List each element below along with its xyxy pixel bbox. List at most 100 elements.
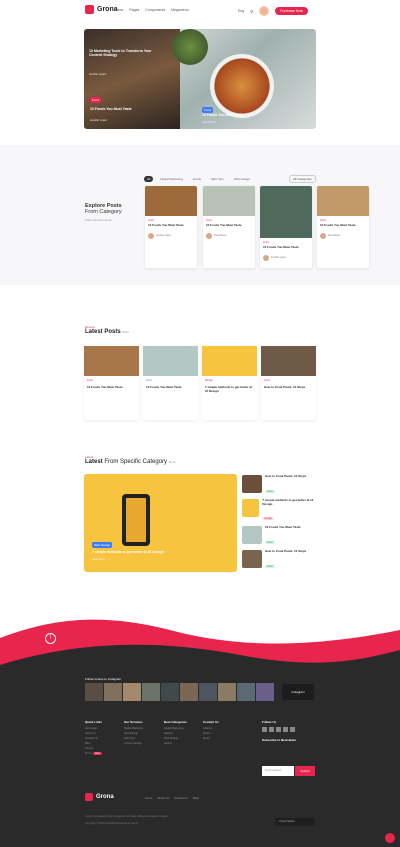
feature-tag[interactable]: Web Design <box>92 542 113 548</box>
explore-card[interactable]: Food 10 Foods You Must Taste Jennifer Lo… <box>145 186 197 268</box>
list-item[interactable]: 7 simple methods to get better at UI Des… <box>242 498 316 524</box>
card-category[interactable]: Food <box>264 379 313 382</box>
insta-thumb[interactable] <box>199 683 217 701</box>
hero-bottom-title[interactable]: 10 Foods You Must Taste <box>90 107 160 111</box>
footer-link[interactable]: Fashion <box>164 732 187 735</box>
post-card[interactable]: Food 10 Foods You Must Taste <box>84 346 139 420</box>
explore-card[interactable]: Food 10 Foods You Must Taste Jennifer Lo… <box>260 186 312 268</box>
all-categories-button[interactable]: All Categories <box>289 175 316 183</box>
instagram-icon[interactable] <box>276 727 281 732</box>
card-title[interactable]: 10 Foods You Must Taste <box>146 385 195 389</box>
nav-components[interactable]: Components <box>145 8 165 12</box>
insta-thumb[interactable] <box>104 683 122 701</box>
card-category[interactable]: Food <box>320 219 366 222</box>
insta-thumb[interactable] <box>142 683 160 701</box>
footer-link[interactable]: Web Design <box>124 732 143 735</box>
footer-link-about[interactable]: About Us <box>157 796 169 800</box>
hero-bottom-tag[interactable]: Food <box>90 97 101 103</box>
youtube-icon[interactable] <box>290 727 295 732</box>
insta-thumb[interactable] <box>123 683 141 701</box>
twitter-icon[interactable] <box>269 727 274 732</box>
newsletter-submit-button[interactable]: Submit <box>295 766 315 776</box>
back-to-top-button[interactable] <box>385 833 395 843</box>
language-select[interactable]: Eng <box>238 9 244 13</box>
filter-seo[interactable]: SEO Tips <box>208 176 227 182</box>
hero-left-title[interactable]: 10 Marketing Tools to Transform Your Con… <box>89 49 159 57</box>
footer-link[interactable]: About Us <box>85 732 102 735</box>
feature-title[interactable]: 7 simple methods to get better at UI Des… <box>92 550 202 554</box>
footer-link[interactable]: Digital Marketing <box>164 727 187 730</box>
language-dropdown[interactable]: United States <box>275 818 315 826</box>
list-item[interactable]: How to Cook Pasta: 10 Steps Food <box>242 474 316 497</box>
item-title[interactable]: How to Cook Pasta: 10 Steps <box>265 474 306 479</box>
card-title[interactable]: 10 Foods You Must Taste <box>320 223 366 227</box>
footer-link[interactable]: Contact Us <box>85 737 102 740</box>
card-title[interactable]: How to Cook Pasta: 10 Steps <box>264 385 313 389</box>
filter-marketing[interactable]: Digital Marketing <box>157 176 185 182</box>
footer-link-home[interactable]: Home <box>145 796 152 800</box>
insta-thumb[interactable] <box>85 683 103 701</box>
explore-card[interactable]: Food 10 Foods You Must Taste Jose Rivera <box>203 186 255 268</box>
post-card[interactable]: Food 10 Foods You Must Taste <box>143 346 198 420</box>
card-category[interactable]: Food <box>87 379 136 382</box>
list-item[interactable]: 10 Foods You Must Taste Food <box>242 525 316 548</box>
feature-card[interactable]: Web Design 7 simple methods to get bette… <box>84 474 237 572</box>
hero-right-card[interactable]: Food 10 Foods You Must Taste Jose Rivera <box>172 29 316 129</box>
explore-card[interactable]: Food 10 Foods You Must Taste Jose Rivera <box>317 186 369 268</box>
feature-read-more[interactable]: Read More <box>92 558 105 561</box>
footer-logo[interactable]: Grona <box>85 793 114 801</box>
nav-megamenu[interactable]: Megamenu <box>171 8 189 12</box>
card-category[interactable]: Food <box>148 219 194 222</box>
site-logo[interactable]: Grona <box>85 5 118 14</box>
insta-thumb[interactable] <box>218 683 236 701</box>
footer-link[interactable]: Web Design <box>164 737 187 740</box>
nav-pages[interactable]: Pages <box>129 8 139 12</box>
post-card[interactable]: Food How to Cook Pasta: 10 Steps <box>261 346 316 420</box>
card-title[interactable]: 10 Foods You Must Taste <box>206 223 252 227</box>
footer-link-blog[interactable]: Blog <box>193 796 199 800</box>
list-item[interactable]: How to Cook Pasta: 10 Steps Food <box>242 549 316 572</box>
footer-link[interactable]: Homepage <box>85 727 102 730</box>
footer-link[interactable]: Terms <box>85 752 92 755</box>
card-category[interactable]: Food <box>146 379 195 382</box>
nav-home[interactable]: Home <box>114 8 123 12</box>
insta-thumb[interactable] <box>256 683 274 701</box>
post-card[interactable]: Design 7 simple methods to get better at… <box>202 346 257 420</box>
hero-right-title[interactable]: 10 Foods You Must Taste <box>202 113 272 117</box>
card-category[interactable]: Food <box>263 241 309 244</box>
card-category[interactable]: Design <box>205 379 254 382</box>
more-link[interactable]: More <box>122 330 129 334</box>
footer-link-contact[interactable]: Contact Us <box>174 796 188 800</box>
card-title[interactable]: 7 simple methods to get better at UI Des… <box>205 385 254 393</box>
insta-thumb[interactable] <box>161 683 179 701</box>
contact-email[interactable]: Email <box>203 737 219 740</box>
item-title[interactable]: 10 Foods You Must Taste <box>265 525 301 530</box>
filter-all[interactable]: All <box>144 176 154 182</box>
card-title[interactable]: 10 Foods You Must Taste <box>263 245 309 249</box>
linkedin-icon[interactable] <box>283 727 288 732</box>
hero-left-card[interactable]: 10 Marketing Tools to Transform Your Con… <box>84 29 180 129</box>
insta-thumb[interactable] <box>180 683 198 701</box>
search-icon[interactable]: ⚲ <box>250 9 253 14</box>
footer-link[interactable]: SEO Tips <box>124 737 143 740</box>
insta-thumb[interactable] <box>237 683 255 701</box>
instagram-button[interactable]: Instagram <box>282 684 314 700</box>
item-title[interactable]: 7 simple methods to get better at UI Des… <box>262 498 316 506</box>
hero-grid: 10 Marketing Tools to Transform Your Con… <box>84 29 316 129</box>
newsletter-email-input[interactable]: Email Address <box>262 766 294 776</box>
card-title[interactable]: 10 Foods You Must Taste <box>87 385 136 389</box>
avatar[interactable] <box>259 6 270 16</box>
card-category[interactable]: Food <box>206 219 252 222</box>
purchase-button[interactable]: Purchase Now <box>275 7 308 15</box>
card-title[interactable]: 10 Foods You Must Taste <box>148 223 194 227</box>
item-title[interactable]: How to Cook Pasta: 10 Steps <box>265 549 306 554</box>
footer-link[interactable]: Content Design <box>124 742 143 745</box>
more-link[interactable]: More <box>169 460 176 464</box>
filter-webdesign[interactable]: Web Design <box>231 176 253 182</box>
footer-link[interactable]: Privacy <box>85 747 102 750</box>
footer-link[interactable]: Design <box>164 742 187 745</box>
footer-link[interactable]: Digital Marketing <box>124 727 143 730</box>
facebook-icon[interactable] <box>262 727 267 732</box>
filter-foods[interactable]: Foods <box>190 176 204 182</box>
footer-link[interactable]: Blog <box>85 742 102 745</box>
